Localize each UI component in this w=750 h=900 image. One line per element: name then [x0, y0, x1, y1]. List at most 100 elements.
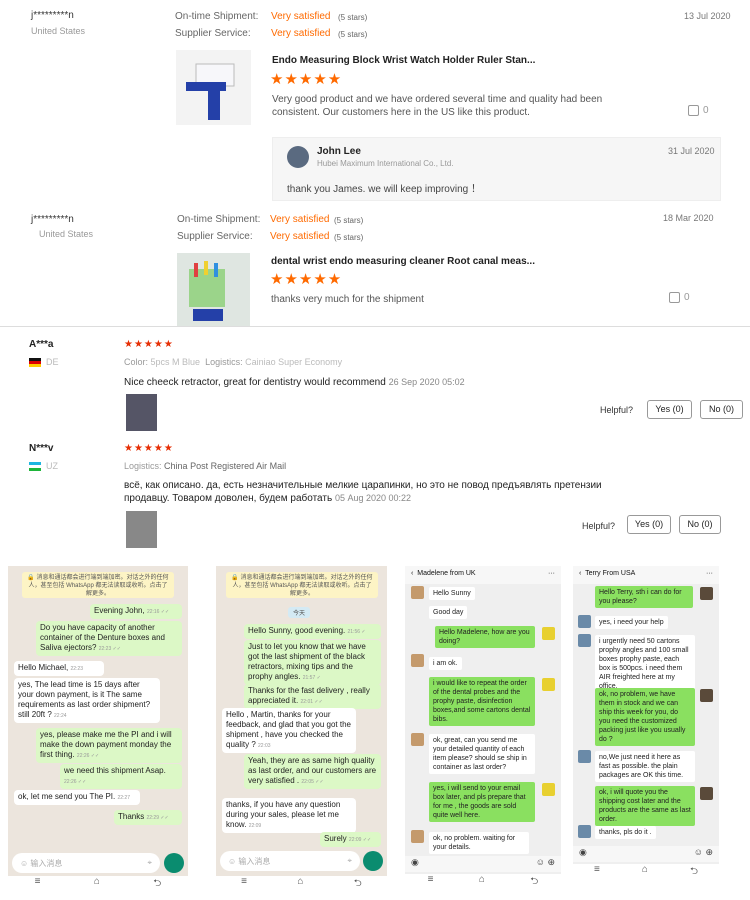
system-nav-bar: ≡ ⌂ ⮌ — [405, 874, 561, 894]
voice-icon[interactable]: ◉ — [579, 847, 587, 857]
message-input[interactable]: ☺ 输入消息 ⌖ — [220, 851, 360, 871]
thumbs-up-icon — [669, 292, 680, 303]
like-button[interactable]: 0 — [669, 292, 690, 303]
input-bar[interactable]: ◉ ☺ ⊕ — [573, 846, 719, 862]
more-icon[interactable]: ··· — [548, 570, 555, 577]
message-in: i urgently need 50 cartons prophy angles… — [595, 635, 695, 693]
message-out: yes, please make me the PI and i will ma… — [36, 728, 182, 763]
helpful-no-button[interactable]: No (0) — [679, 515, 721, 534]
emoji-plus-icons[interactable]: ☺ ⊕ — [536, 857, 555, 868]
message-time: 22:23 ✓✓ — [98, 646, 121, 652]
message-in: ok, great, can you send me your detailed… — [429, 734, 535, 774]
helpful-label: Helpful? — [600, 405, 634, 415]
own-avatar — [542, 678, 555, 691]
own-avatar — [700, 689, 713, 702]
message-in: Hello , Martin, thanks for your feedback… — [222, 708, 356, 753]
product-title[interactable]: dental wrist endo measuring cleaner Root… — [271, 256, 535, 267]
buyer-country: United States — [31, 26, 86, 36]
menu-icon[interactable]: ≡ — [35, 876, 41, 896]
message-out: ok, no problem, we have them in stock an… — [595, 688, 695, 746]
back-icon[interactable]: ⮌ — [530, 874, 538, 894]
review-body: продавцу. Товаром доволен, будем работат… — [124, 493, 333, 504]
supplier-label: Supplier Service: — [177, 231, 253, 242]
like-count: 0 — [684, 292, 690, 303]
back-icon[interactable]: ⮌ — [690, 864, 698, 884]
own-avatar — [700, 587, 713, 600]
back-chevron-icon[interactable]: ‹ — [411, 570, 413, 577]
attach-icon[interactable]: ⌖ — [347, 856, 352, 866]
menu-icon[interactable]: ≡ — [428, 874, 434, 894]
rating-stars: ★★★★★ — [124, 443, 174, 454]
like-button[interactable]: 0 — [688, 105, 709, 116]
message-out: Surely 22:09 ✓✓ — [320, 832, 381, 847]
mic-button[interactable] — [363, 851, 383, 871]
system-nav-bar: ≡ ⌂ ⮌ — [216, 876, 387, 896]
message-in: ok, no problem. waiting for your details… — [429, 832, 529, 854]
contact-avatar — [578, 825, 591, 838]
color-label: Color: — [124, 357, 149, 367]
input-bar[interactable]: ◉ ☺ ⊕ — [405, 856, 561, 872]
menu-icon[interactable]: ≡ — [594, 864, 600, 884]
emoji-icon[interactable]: ☺ — [228, 857, 236, 866]
review-photo[interactable] — [126, 394, 157, 431]
message-in: thanks, if you have any question during … — [222, 798, 356, 833]
rating-stars: ★★★★★ — [270, 71, 343, 88]
contact-avatar — [411, 654, 424, 667]
message-time: 22:09 — [248, 823, 262, 829]
message-time: 22:16 ✓✓ — [146, 609, 170, 615]
shipment-label: On-time Shipment: — [177, 214, 261, 225]
shipment-label: On-time Shipment: — [175, 11, 259, 22]
contact-avatar — [578, 615, 591, 628]
review-photo[interactable] — [126, 511, 157, 548]
shipment-stars: (5 stars) — [334, 216, 364, 225]
home-icon[interactable]: ⌂ — [297, 876, 303, 896]
product-image[interactable] — [176, 50, 251, 125]
product-title[interactable]: Endo Measuring Block Wrist Watch Holder … — [272, 55, 535, 66]
message-text: Hello Michael, — [18, 663, 69, 672]
divider — [0, 326, 750, 327]
menu-icon[interactable]: ≡ — [241, 876, 247, 896]
home-icon[interactable]: ⌂ — [94, 876, 100, 896]
whatsapp-chat-screenshot: 🔒 消息和通话都会进行端到端加密。对话之外的任何人，甚至包括 WhatsApp … — [8, 566, 188, 896]
message-text: Thanks — [118, 812, 145, 821]
review-text-line-2: продавцу. Товаром доволен, будем работат… — [124, 492, 411, 505]
mic-button[interactable] — [164, 853, 184, 873]
message-input[interactable]: ☺ 输入消息 ⌖ — [12, 853, 160, 873]
message-time: 21:56 ✓ — [347, 629, 366, 635]
supplier-value: Very satisfied — [270, 231, 330, 242]
chat-header: ‹ Madelene from UK ··· — [405, 566, 561, 584]
back-icon[interactable]: ⮌ — [153, 876, 161, 896]
system-nav-bar: ≡ ⌂ ⮌ — [573, 864, 719, 884]
home-icon[interactable]: ⌂ — [479, 874, 485, 894]
product-image[interactable] — [177, 253, 250, 326]
order-meta: Logistics: China Post Registered Air Mai… — [124, 461, 286, 471]
message-out: Just to let you know that we have got th… — [244, 640, 381, 685]
helpful-no-button[interactable]: No (0) — [700, 400, 743, 419]
shipment-stars: (5 stars) — [338, 13, 368, 22]
home-icon[interactable]: ⌂ — [642, 864, 648, 884]
helpful-yes-button[interactable]: Yes (0) — [627, 515, 671, 534]
helpful-yes-button[interactable]: Yes (0) — [647, 400, 692, 419]
review-body: Nice cheeck retractor, great for dentist… — [124, 377, 386, 388]
wechat-chat-screenshot: ‹ Terry From USA ··· Hello Terry, sth i … — [573, 566, 719, 884]
emoji-plus-icons[interactable]: ☺ ⊕ — [694, 847, 713, 858]
back-chevron-icon[interactable]: ‹ — [579, 570, 581, 577]
back-icon[interactable]: ⮌ — [354, 876, 362, 896]
message-in: Hello Sunny — [429, 587, 475, 600]
emoji-icon[interactable]: ☺ — [20, 859, 28, 868]
voice-icon[interactable]: ◉ — [411, 857, 419, 867]
message-in: ok, let me send you The PI. 22:27 — [14, 790, 140, 805]
reply-date: 31 Jul 2020 — [668, 146, 715, 156]
message-out: ok, i will quote you the shipping cost l… — [595, 786, 695, 826]
chat-header: ‹ Terry From USA ··· — [573, 566, 719, 584]
own-avatar — [542, 783, 555, 796]
message-text: yes, The lead time is 15 days after your… — [18, 680, 151, 719]
supplier-stars: (5 stars) — [338, 30, 368, 39]
message-out: we need this shipment Asap. 22:26 ✓✓ — [60, 764, 182, 789]
more-icon[interactable]: ··· — [706, 570, 713, 577]
attach-icon[interactable]: ⌖ — [147, 858, 152, 868]
supplier-stars: (5 stars) — [334, 233, 364, 242]
message-time: 22:29 ✓✓ — [146, 815, 169, 821]
message-time: 22:05 ✓✓ — [301, 779, 324, 785]
like-count: 0 — [703, 105, 709, 116]
